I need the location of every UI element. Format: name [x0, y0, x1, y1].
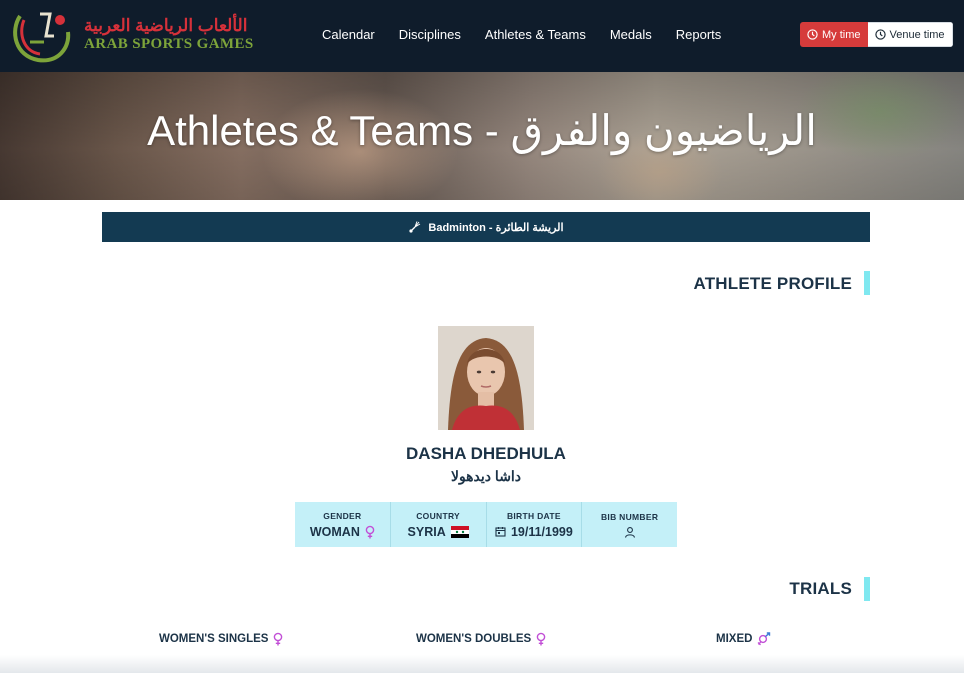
discipline-bar[interactable]: Badminton - الريشة الطائرة [102, 212, 870, 242]
country-label: COUNTRY [416, 510, 461, 521]
top-navigation-bar: الألعاب الرياضية العربية ARAB SPORTS GAM… [0, 0, 964, 72]
time-toggle: My time Venue time [800, 22, 953, 47]
logo-arabic-text: الألعاب الرياضية العربية [84, 16, 248, 35]
logo-emblem-icon [13, 12, 71, 63]
my-time-label: My time [822, 28, 861, 41]
trial-label: WOMEN'S DOUBLES [416, 633, 532, 645]
discipline-label: Badminton - الريشة الطائرة [428, 221, 564, 234]
nav-calendar[interactable]: Calendar [310, 24, 387, 45]
trial-label: WOMEN'S SINGLES [159, 633, 269, 645]
athlete-name: DASHA DHEDHULA [406, 444, 566, 463]
birth-date-label: BIRTH DATE [506, 510, 561, 521]
gender-cell: GENDER WOMAN [295, 502, 391, 547]
athlete-photo [438, 326, 534, 430]
hero-banner: Athletes & Teams - الرياضيون والفرق [0, 72, 964, 200]
country-value: SYRIA [407, 524, 446, 539]
trial-mixed[interactable]: MIXED [716, 632, 771, 646]
gender-value: WOMAN [309, 524, 360, 539]
nav-athletes-teams[interactable]: Athletes & Teams [473, 24, 598, 45]
gender-label: GENDER [323, 510, 362, 521]
nav-disciplines[interactable]: Disciplines [387, 24, 473, 45]
calendar-icon [495, 527, 506, 537]
athlete-profile-heading: ATHLETE PROFILE [693, 274, 852, 293]
trial-label: MIXED [716, 633, 753, 645]
nav-medals[interactable]: Medals [598, 24, 664, 45]
main-nav: Calendar Disciplines Athletes & Teams Me… [310, 24, 733, 45]
bib-number-cell: BIB NUMBER [582, 502, 677, 547]
arab-sports-games-logo[interactable]: الألعاب الرياضية العربية ARAB SPORTS GAM… [10, 6, 253, 66]
syria-flag-icon [450, 525, 469, 538]
birth-date-cell: BIRTH DATE 19/11/1999 [487, 502, 583, 547]
trial-womens-doubles[interactable]: WOMEN'S DOUBLES [416, 632, 546, 646]
section-accent-bar [864, 577, 870, 601]
trials-heading: TRIALS [789, 579, 852, 598]
scroll-fade [0, 655, 964, 673]
venue-time-label: Venue time [889, 28, 945, 41]
female-icon [536, 632, 546, 646]
page-title: Athletes & Teams - الرياضيون والفرق [147, 107, 817, 154]
clock-icon [807, 29, 818, 40]
clock-icon [874, 29, 886, 40]
female-icon [365, 525, 375, 538]
nav-reports[interactable]: Reports [664, 24, 734, 45]
athlete-info-strip: GENDER WOMAN COUNTRY SYRIA BIRTH DATE 19… [295, 502, 677, 547]
section-accent-bar [864, 271, 870, 295]
person-icon [624, 526, 635, 538]
bib-number-label: BIB NUMBER [600, 511, 659, 522]
mixed-gender-icon [757, 632, 771, 646]
athlete-name-arabic: داشا ديدهولا [450, 468, 522, 484]
badminton-icon [409, 221, 421, 233]
birth-date-value: 19/11/1999 [510, 524, 573, 539]
my-time-button[interactable]: My time [800, 22, 868, 47]
country-cell: COUNTRY SYRIA [391, 502, 487, 547]
venue-time-button[interactable]: Venue time [867, 22, 953, 47]
trial-womens-singles[interactable]: WOMEN'S SINGLES [159, 632, 283, 646]
female-icon [274, 632, 283, 646]
logo-english-text: ARAB SPORTS GAMES [84, 36, 254, 52]
